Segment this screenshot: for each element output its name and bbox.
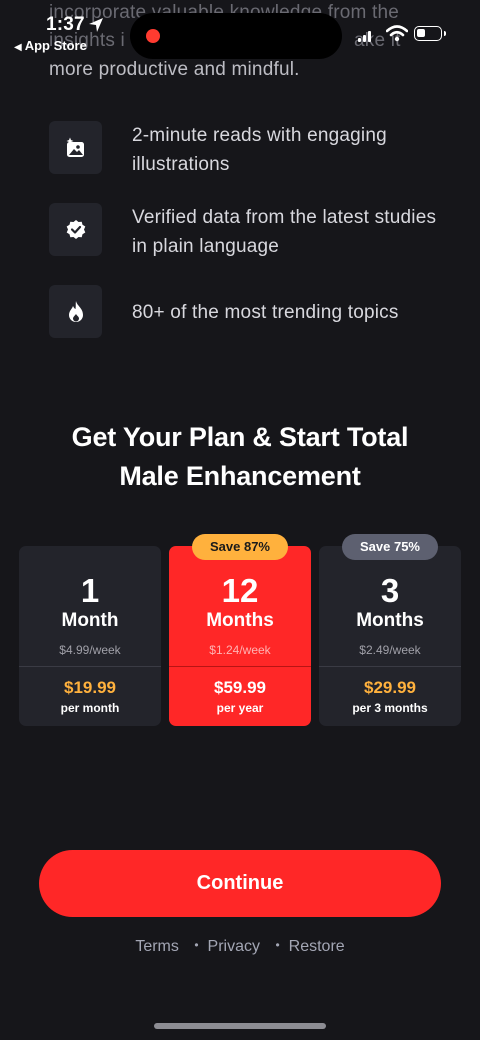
cellular-signal-icon [358,31,371,42]
footer-links: Terms • Privacy • Restore [0,938,480,956]
back-triangle-icon: ◀ [14,42,22,53]
plan-weekly-price: $4.99/week [59,643,121,657]
plan-billing-period: per 3 months [352,701,428,715]
plan-duration-unit: Months [206,610,274,631]
plan-divider [319,666,461,667]
recording-indicator-icon [146,29,160,43]
privacy-link[interactable]: Privacy [208,938,260,955]
plan-duration-number: 12 [221,572,259,609]
link-separator: • [275,938,280,952]
restore-link[interactable]: Restore [289,938,345,955]
plan-duration-number: 3 [380,572,400,609]
fire-icon [49,285,102,338]
feature-text: 2-minute reads with engaging illustratio… [132,125,387,175]
wifi-icon [386,25,408,42]
plan-card-3-months[interactable]: Save 75% 3 Months $2.49/week $29.99 per … [319,534,461,726]
feature-item-trending-topics: 80+ of the most trending topics [49,285,449,345]
terms-link[interactable]: Terms [135,938,179,955]
home-indicator [154,1023,326,1029]
plan-duration-number: 1 [80,572,100,609]
plans-title: Get Your Plan & Start Total Male Enhance… [71,422,409,491]
battery-icon [414,26,446,41]
intro-text-line-3: more productive and mindful. [49,59,300,80]
feature-item-verified-data: Verified data from the latest studies in… [49,203,449,263]
plan-divider [19,666,161,667]
plan-price: $29.99 [364,678,416,697]
plan-duration-unit: Month [61,610,119,631]
savings-badge: Save 75% [342,534,438,560]
plan-price: $59.99 [214,678,266,697]
dynamic-island [130,13,342,59]
image-sparkle-icon [49,121,102,174]
status-time: 1:37 [46,14,85,35]
savings-badge: Save 87% [192,534,288,560]
feature-text: Verified data from the latest studies in… [132,207,437,257]
plan-weekly-price: $2.49/week [359,643,421,657]
feature-text: 80+ of the most trending topics [132,302,399,323]
feature-item-illustrations: 2-minute reads with engaging illustratio… [49,121,449,181]
continue-button[interactable]: Continue [39,850,441,917]
plan-weekly-price: $1.24/week [209,643,271,657]
back-to-app-store-link[interactable]: ◀ App Store [14,38,87,53]
location-arrow-icon [89,18,103,32]
plan-card-1-month[interactable]: 1 Month $4.99/week $19.99 per month [19,546,161,726]
verified-badge-icon [49,203,102,256]
plan-divider [169,666,311,667]
plan-price: $19.99 [64,678,116,697]
plan-billing-period: per month [60,701,120,715]
back-app-label: App Store [24,38,87,53]
plan-duration-unit: Months [356,610,424,631]
plan-card-12-months[interactable]: Save 87% 12 Months $1.24/week $59.99 per… [169,534,311,726]
link-separator: • [194,938,199,952]
plan-billing-period: per year [216,701,264,715]
